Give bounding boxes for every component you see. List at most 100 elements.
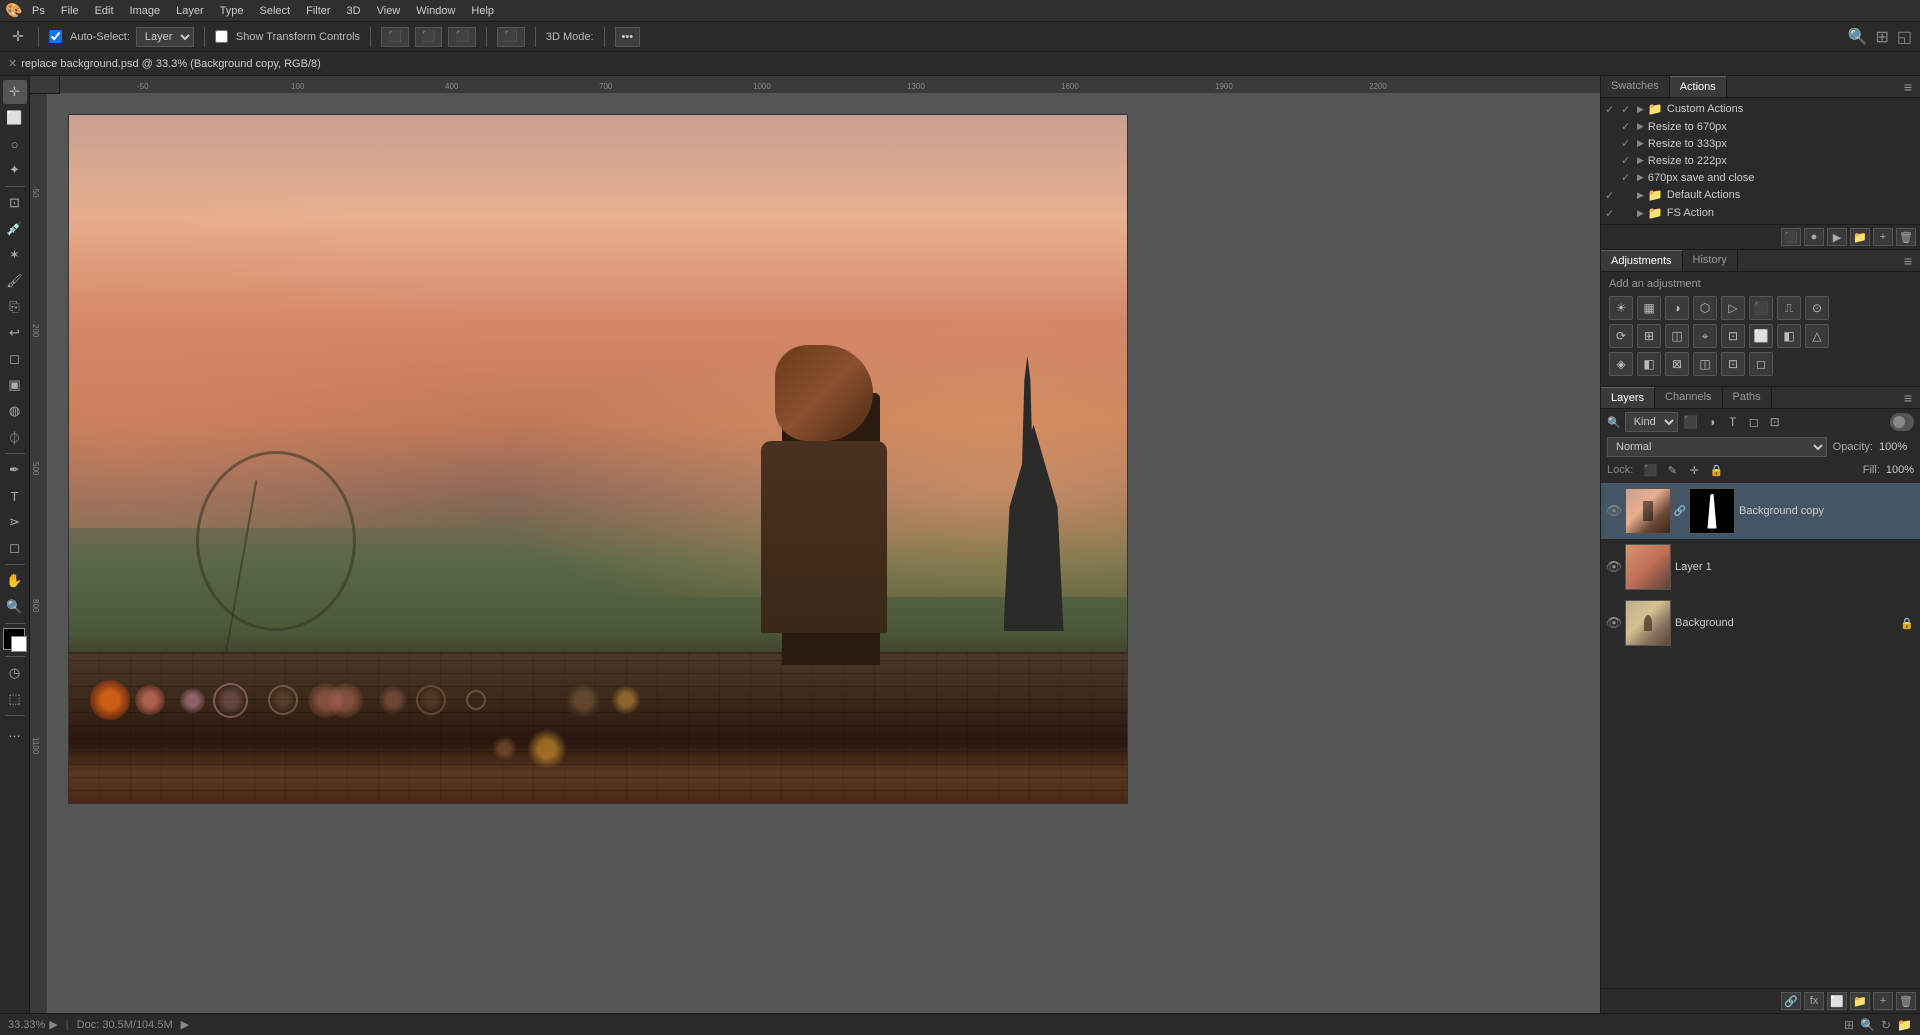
adj-extra6[interactable]: ◻ <box>1749 352 1773 376</box>
eraser-tool[interactable]: ◻ <box>3 347 27 371</box>
action-tri-4[interactable]: ▶ <box>1637 172 1644 183</box>
record-action-btn[interactable]: ● <box>1804 228 1824 246</box>
menu-3d[interactable]: 3D <box>339 3 369 19</box>
link-layers-btn[interactable]: 🔗 <box>1781 992 1801 1010</box>
lock-all-icon[interactable]: 🔒 <box>1707 461 1725 479</box>
shape-tool[interactable]: ◻ <box>3 536 27 560</box>
layer-vis-1[interactable]: 👁 <box>1607 559 1621 575</box>
tab-layers[interactable]: Layers <box>1601 387 1655 408</box>
delete-layer-btn[interactable]: 🗑 <box>1896 992 1916 1010</box>
clone-tool[interactable]: ⎘ <box>3 295 27 319</box>
menu-help[interactable]: Help <box>463 3 502 19</box>
adj-extra2[interactable]: ◧ <box>1637 352 1661 376</box>
menu-select[interactable]: Select <box>252 3 299 19</box>
hand-tool[interactable]: ✋ <box>3 569 27 593</box>
new-set-btn[interactable]: 📁 <box>1850 228 1870 246</box>
action-check-3[interactable]: ✓ <box>1621 154 1633 167</box>
action-resize-222[interactable]: ✓ ▶ Resize to 222px <box>1601 152 1920 169</box>
filter-smart-icon[interactable]: ⊡ <box>1766 413 1784 431</box>
blur-tool[interactable]: ◍ <box>3 399 27 423</box>
menu-window[interactable]: Window <box>408 3 463 19</box>
new-action-btn[interactable]: + <box>1873 228 1893 246</box>
blend-mode-select[interactable]: Normal <box>1607 437 1827 457</box>
align-right-btn[interactable]: ⬛ <box>448 27 476 47</box>
healing-tool[interactable]: ✶ <box>3 243 27 267</box>
layer-row-1[interactable]: 👁 Layer 1 <box>1601 539 1920 595</box>
tab-actions[interactable]: Actions <box>1670 76 1727 97</box>
menu-type[interactable]: Type <box>212 3 252 19</box>
filter-pixel-icon[interactable]: ⬛ <box>1682 413 1700 431</box>
action-tri-1[interactable]: ▶ <box>1637 121 1644 132</box>
adj-invert[interactable]: ⌖ <box>1693 324 1717 348</box>
magic-wand-tool[interactable]: ✦ <box>3 158 27 182</box>
adj-extra5[interactable]: ⊡ <box>1721 352 1745 376</box>
action-group-default-header[interactable]: ✓ ▶ 📁 Default Actions <box>1601 186 1920 204</box>
adj-photofilter[interactable]: ⟳ <box>1609 324 1633 348</box>
layers-panel-menu[interactable]: ≡ <box>1900 390 1916 406</box>
color-swatches[interactable] <box>3 628 27 652</box>
layer-vis-bg-copy[interactable]: 👁 <box>1607 503 1621 519</box>
filter-type-icon[interactable]: T <box>1724 413 1742 431</box>
tab-history[interactable]: History <box>1683 250 1738 271</box>
history-brush-tool[interactable]: ↩ <box>3 321 27 345</box>
move-tool[interactable]: ✛ <box>3 80 27 104</box>
new-group-btn[interactable]: 📁 <box>1850 992 1870 1010</box>
canvas-scroll[interactable] <box>48 94 1600 1013</box>
adj-extra1[interactable]: ◈ <box>1609 352 1633 376</box>
tab-channels[interactable]: Channels <box>1655 387 1722 408</box>
stop-action-btn[interactable]: ⬛ <box>1781 228 1801 246</box>
menu-image[interactable]: Image <box>122 3 169 19</box>
adj-curves[interactable]: ◑ <box>1665 296 1689 320</box>
lock-pixels-icon[interactable]: ⬛ <box>1641 461 1659 479</box>
adj-exposure[interactable]: ⬡ <box>1693 296 1717 320</box>
fs-group-check[interactable]: ✓ <box>1605 207 1617 220</box>
doc-size-triangle[interactable]: ▶ <box>181 1018 189 1031</box>
layer-row-bg-copy[interactable]: 👁 🔗 Background copy <box>1601 483 1920 539</box>
fs-group-expand[interactable]: ▶ <box>1637 208 1644 219</box>
review-icon[interactable]: ◱ <box>1897 27 1912 47</box>
align-left-btn[interactable]: ⬛ <box>381 27 409 47</box>
auto-select-checkbox[interactable] <box>49 30 62 43</box>
text-tool[interactable]: T <box>3 484 27 508</box>
close-doc-icon[interactable]: ✕ <box>8 57 17 70</box>
zoom-tool[interactable]: 🔍 <box>3 595 27 619</box>
adj-selective[interactable]: △ <box>1805 324 1829 348</box>
default-group-check[interactable]: ✓ <box>1605 189 1617 202</box>
more-btn[interactable]: ••• <box>615 27 641 47</box>
lock-artboard-icon[interactable]: ✛ <box>1685 461 1703 479</box>
brush-tool[interactable]: 🖌 <box>3 269 27 293</box>
pen-tool[interactable]: ✒ <box>3 458 27 482</box>
action-check-2[interactable]: ✓ <box>1621 137 1633 150</box>
zoom-triangle[interactable]: ▶ <box>49 1018 57 1031</box>
eyedropper-tool[interactable]: 💉 <box>3 217 27 241</box>
adj-extra4[interactable]: ◫ <box>1693 352 1717 376</box>
filter-shape-icon[interactable]: ◻ <box>1745 413 1763 431</box>
kind-select[interactable]: Kind <box>1625 412 1678 432</box>
add-style-btn[interactable]: fx <box>1804 992 1824 1010</box>
menu-ps[interactable]: Ps <box>24 3 53 19</box>
adj-gradient[interactable]: ◧ <box>1777 324 1801 348</box>
move-tool-icon[interactable]: ✛ <box>8 27 28 47</box>
action-group-custom-header[interactable]: ✓ ✓ ▶ 📁 Custom Actions <box>1601 100 1920 118</box>
auto-select-dropdown[interactable]: Layer <box>136 27 194 47</box>
tab-adjustments[interactable]: Adjustments <box>1601 250 1683 271</box>
adj-bw[interactable]: ⊙ <box>1805 296 1829 320</box>
align-center-btn[interactable]: ⬛ <box>415 27 443 47</box>
adj-brightness[interactable]: ☀ <box>1609 296 1633 320</box>
lock-position-icon[interactable]: ✎ <box>1663 461 1681 479</box>
add-mask-btn[interactable]: ⬜ <box>1827 992 1847 1010</box>
layer-vis-bg[interactable]: 👁 <box>1607 615 1621 631</box>
gradient-tool[interactable]: ▣ <box>3 373 27 397</box>
menu-filter[interactable]: Filter <box>298 3 338 19</box>
quick-mask-tool[interactable]: ◷ <box>3 661 27 685</box>
action-resize-670[interactable]: ✓ ▶ Resize to 670px <box>1601 118 1920 135</box>
opacity-value[interactable]: 100% <box>1879 441 1914 453</box>
custom-group-expand[interactable]: ▶ <box>1637 104 1644 115</box>
lasso-tool[interactable]: ○ <box>3 132 27 156</box>
extra-tools[interactable]: … <box>3 720 27 744</box>
panel-menu-icon[interactable]: ≡ <box>1900 79 1916 95</box>
adj-extra3[interactable]: ⊠ <box>1665 352 1689 376</box>
adj-panel-menu[interactable]: ≡ <box>1900 253 1916 269</box>
delete-action-btn[interactable]: 🗑 <box>1896 228 1916 246</box>
action-tri-2[interactable]: ▶ <box>1637 138 1644 149</box>
